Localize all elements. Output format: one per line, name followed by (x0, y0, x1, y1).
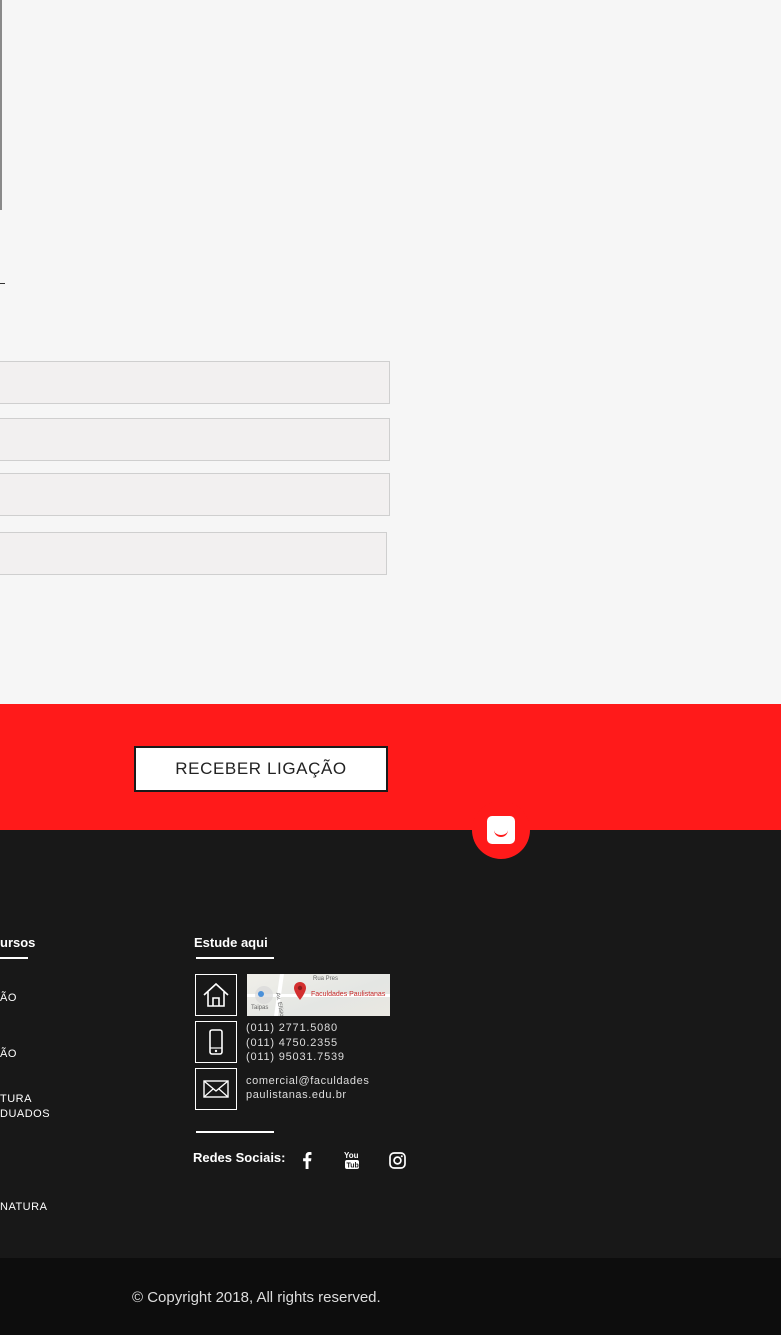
youtube-icon: You Tube (344, 1151, 362, 1170)
svg-text:You: You (344, 1151, 359, 1160)
home-icon (203, 982, 229, 1007)
map-district-label: Taipas (251, 1005, 269, 1011)
study-underline (196, 957, 274, 959)
phone-icon-box (195, 1021, 237, 1063)
contact-form-area (0, 0, 781, 704)
form-field-4[interactable] (0, 532, 387, 575)
email-line-2: paulistanas.edu.br (246, 1089, 347, 1101)
copyright-text: © Copyright 2018, All rights reserved. (132, 1289, 381, 1306)
mail-icon (203, 1080, 229, 1098)
study-title: Estude aqui (194, 935, 268, 950)
vertical-divider (0, 0, 2, 210)
phone-number-2: (011) 4750.2355 (246, 1036, 338, 1049)
chat-icon (487, 816, 515, 844)
receive-call-button[interactable]: RECEBER LIGAÇÃO (134, 746, 388, 792)
svg-text:Tube: Tube (347, 1163, 362, 1170)
form-field-2[interactable] (0, 418, 390, 461)
social-label: Redes Sociais: (193, 1150, 286, 1165)
form-field-1[interactable] (0, 361, 390, 404)
courses-underline (0, 957, 28, 959)
email-address[interactable]: comercial@faculdades paulistanas.edu.br (246, 1074, 369, 1102)
cta-band: RECEBER LIGAÇÃO (0, 704, 781, 830)
course-link-1[interactable]: ÃO (0, 991, 17, 1006)
footer: ursos ÃO ÃO TURA DUADOS NATURA Estude aq… (0, 830, 781, 1258)
course-link-4[interactable]: NATURA (0, 1200, 47, 1215)
courses-title: ursos (0, 935, 36, 950)
course-link-3[interactable]: TURA DUADOS (0, 1092, 50, 1122)
phone-number-1: (011) 2771.5080 (246, 1022, 338, 1034)
form-input-3[interactable] (0, 474, 389, 515)
phone-number-3: (011) 95031.7539 (246, 1051, 345, 1063)
form-input-1[interactable] (0, 362, 389, 403)
chat-button[interactable] (472, 801, 530, 859)
social-divider (196, 1131, 274, 1133)
youtube-link[interactable]: You Tube (342, 1150, 362, 1170)
smartphone-icon (209, 1029, 223, 1055)
dash-mark (0, 283, 5, 284)
copyright-bar: © Copyright 2018, All rights reserved. (0, 1258, 781, 1335)
course-link-2[interactable]: ÃO (0, 1047, 17, 1062)
map-place-label: Faculdades Paulistanas (311, 991, 386, 998)
mail-icon-box (195, 1068, 237, 1110)
instagram-icon (388, 1151, 406, 1169)
form-input-4[interactable] (0, 533, 386, 574)
home-icon-box (195, 974, 237, 1016)
form-input-2[interactable] (0, 419, 389, 460)
email-line-1: comercial@faculdades (246, 1075, 370, 1087)
instagram-link[interactable] (387, 1150, 407, 1170)
form-field-3[interactable] (0, 473, 390, 516)
location-map[interactable]: Faculdades Paulistanas Rua Pres Taipas A… (247, 974, 390, 1016)
phone-numbers: (011) 2771.5080 (011) 4750.2355 (011) 95… (246, 1021, 345, 1065)
facebook-link[interactable] (297, 1150, 317, 1170)
map-pin-icon (294, 982, 306, 1000)
facebook-icon (303, 1151, 312, 1169)
map-street-label: Rua Pres (313, 976, 339, 982)
